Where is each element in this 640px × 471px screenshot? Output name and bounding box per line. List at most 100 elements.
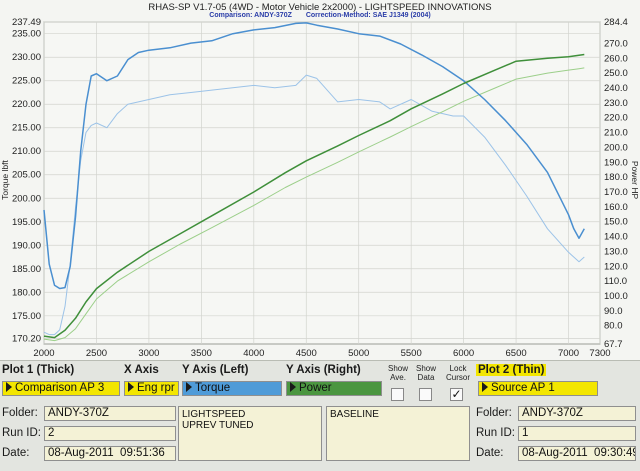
- y2-tick-label: 210.0: [604, 128, 628, 139]
- y2-tick-label: 220.0: [604, 113, 628, 124]
- y-tick-label: 185.00: [12, 264, 41, 275]
- y-axis-right-select[interactable]: Power: [286, 381, 382, 396]
- y2-tick-label: 260.0: [604, 53, 628, 64]
- plot1-notes[interactable]: LIGHTSPEED UPREV TUNED: [178, 406, 322, 461]
- plot1-notes-line: LIGHTSPEED: [182, 409, 246, 420]
- plot1-date-value: 08-Aug-2011: [48, 447, 114, 459]
- y-tick-label: 210.00: [12, 146, 41, 157]
- plot2-thin-label: Plot 2 (Thin): [476, 364, 547, 376]
- y-tick-label: 225.00: [12, 76, 41, 87]
- plot1-source-value: Comparison AP 3: [15, 382, 105, 394]
- plot2-thin-text: Plot 2 (Thin): [476, 364, 547, 376]
- plot2-runid-label: Run ID:: [476, 427, 515, 439]
- y-tick-label: 195.00: [12, 217, 41, 228]
- x-tick-label: 2500: [86, 348, 107, 359]
- y2-tick-label: 67.7: [604, 339, 623, 350]
- y-tick-label: 190.00: [12, 240, 41, 251]
- show-data-checkbox[interactable]: [419, 388, 432, 401]
- x-tick-label: 6000: [453, 348, 474, 359]
- y-axis-right-value: Power: [299, 382, 332, 394]
- plot2-date-label: Date:: [476, 447, 504, 459]
- y2-tick-label: 270.0: [604, 38, 628, 49]
- plot2-time-value: 09:30:49: [594, 447, 636, 459]
- plot2-folder-label: Folder:: [476, 407, 512, 419]
- plot2-date-field[interactable]: 08-Aug-2011 09:30:49: [518, 446, 636, 461]
- y-tick-label: 170.20: [12, 333, 41, 344]
- plot1-folder-label: Folder:: [2, 407, 38, 419]
- dyno-chart: 2000 2500 3000 3500 4000 4500 5000 5500 6000 6500…: [0, 0, 640, 360]
- x-tick-label: 4000: [243, 348, 264, 359]
- y-axis-left-label: Y Axis (Left): [182, 364, 249, 376]
- plot1-source-select[interactable]: Comparison AP 3: [2, 381, 120, 396]
- y2-tick-label: 120.0: [604, 261, 628, 272]
- x-axis-select[interactable]: Eng rpr: [124, 381, 179, 396]
- lock-cursor-label: Lock Cursor: [445, 364, 470, 382]
- x-tick-label: 5000: [348, 348, 369, 359]
- comparison-label: Comparison: ANDY-370Z: [209, 12, 292, 19]
- plot2-notes-line: BASELINE: [330, 409, 379, 420]
- correction-method-label: Correction-Method: SAE J1349 (2004): [305, 12, 431, 19]
- control-panel: Plot 1 (Thick) X Axis Y Axis (Left) Y Ax…: [0, 360, 640, 471]
- dropdown-arrow-icon: [290, 382, 296, 392]
- plot1-thick-label: Plot 1 (Thick): [2, 364, 75, 376]
- y2-tick-label: 90.0: [604, 306, 623, 317]
- plot2-source-value: Source AP 1: [491, 382, 555, 394]
- plot1-date-label: Date:: [2, 447, 30, 459]
- x-tick-label: 3500: [191, 348, 212, 359]
- dropdown-arrow-icon: [6, 382, 12, 392]
- y2-tick-label: 110.0: [604, 276, 627, 287]
- plot2-runid-field[interactable]: 1: [518, 426, 636, 441]
- chart-subtitle: Comparison: ANDY-370Z Correction-Method:…: [0, 12, 640, 19]
- plot2-date-value: 08-Aug-2011: [522, 447, 588, 459]
- y2-tick-label: 240.0: [604, 83, 628, 94]
- y-tick-label: 205.00: [12, 170, 41, 181]
- x-axis-value: Eng rpr: [137, 382, 175, 394]
- dyno-chart-svg: 2000 2500 3000 3500 4000 4500 5000 5500 6000 6500…: [0, 17, 640, 359]
- plot1-notes-line: UPREV TUNED: [182, 420, 254, 431]
- lock-cursor-checkbox[interactable]: ✓: [450, 388, 463, 401]
- x-tick-label: 4500: [296, 348, 317, 359]
- show-data-label: Show Data: [415, 364, 436, 382]
- y2-tick-label: 100.0: [604, 291, 628, 302]
- plot1-date-field[interactable]: 08-Aug-2011 09:51:36: [44, 446, 176, 461]
- y-tick-label: 175.00: [12, 311, 41, 322]
- y2-tick-label: 160.0: [604, 202, 628, 213]
- dropdown-arrow-icon: [482, 382, 488, 392]
- dropdown-arrow-icon: [128, 382, 134, 392]
- y-tick-label: 230.00: [12, 52, 41, 63]
- y-axis-right-label: Y Axis (Right): [286, 364, 361, 376]
- y-tick-label: 235.00: [12, 29, 41, 40]
- x-axis-label: X Axis: [124, 364, 159, 376]
- y-axis-title: Torque lbft: [0, 160, 10, 200]
- y-tick-label: 215.00: [12, 123, 41, 134]
- plot1-runid-field[interactable]: 2: [44, 426, 176, 441]
- plot-area: [43, 21, 601, 345]
- plot2-source-select[interactable]: Source AP 1: [478, 381, 598, 396]
- plot2-folder-field[interactable]: ANDY-370Z: [518, 406, 636, 421]
- y2-tick-label: 200.0: [604, 142, 628, 153]
- plot1-folder-field[interactable]: ANDY-370Z: [44, 406, 176, 421]
- plot2-notes[interactable]: BASELINE: [326, 406, 470, 461]
- y2-tick-label: 230.0: [604, 98, 628, 109]
- x-tick-label: 5500: [401, 348, 422, 359]
- y2-axis-title: Power HP: [630, 161, 640, 200]
- y-tick-label: 180.00: [12, 287, 41, 298]
- x-tick-label: 2000: [33, 348, 54, 359]
- x-tick-label: 7000: [558, 348, 579, 359]
- y2-tick-label: 130.0: [604, 246, 628, 257]
- x-tick-label: 6500: [506, 348, 527, 359]
- y2-tick-label: 180.0: [604, 172, 628, 183]
- show-ave-checkbox[interactable]: [391, 388, 404, 401]
- y2-tick-label: 170.0: [604, 187, 628, 198]
- y-axis-left-select[interactable]: Torque: [182, 381, 282, 396]
- y2-tick-label: 190.0: [604, 157, 628, 168]
- y2-tick-label: 140.0: [604, 232, 628, 243]
- plot1-time-value: 09:51:36: [120, 447, 165, 459]
- y2-tick-label: 150.0: [604, 217, 628, 228]
- y-axis-left-value: Torque: [195, 382, 231, 394]
- y2-tick-label: 80.0: [604, 321, 623, 332]
- y2-tick-label: 250.0: [604, 68, 628, 79]
- dropdown-arrow-icon: [186, 382, 192, 392]
- x-tick-label: 3000: [138, 348, 159, 359]
- plot1-runid-label: Run ID:: [2, 427, 41, 439]
